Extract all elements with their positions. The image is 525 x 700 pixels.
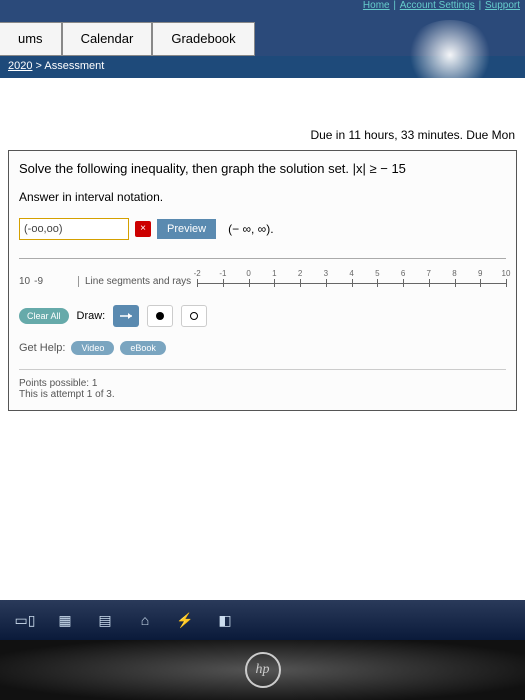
tick-label: 1 [272,269,276,278]
number-line[interactable]: -2-1012345678910 [197,269,506,293]
graph-left-ticks: 10 -9 [19,276,79,287]
taskbar: ▭▯ ▦ ▤ ⌂ ⚡ ◧ [0,600,525,640]
tick-label: 6 [401,269,405,278]
hp-logo: hp [245,652,281,688]
question-box: Solve the following inequality, then gra… [8,150,517,411]
app-icon-3[interactable]: ⚡ [174,609,196,631]
tab-calendar[interactable]: Calendar [62,22,153,56]
tick [249,279,250,287]
breadcrumb: 2020 > Assessment [0,56,525,78]
tick-label: 8 [452,269,456,278]
app-icon-2[interactable]: ▤ [94,609,116,631]
tick-label: 7 [427,269,431,278]
account-link[interactable]: Account Settings [400,0,475,11]
help-ebook-button[interactable]: eBook [120,341,166,355]
tick [326,279,327,287]
ray-tool[interactable] [113,305,139,327]
tick-label: -1 [219,269,226,278]
draw-toolbar: Clear All Draw: [19,305,506,327]
tick-label: 10 [502,269,511,278]
points-possible: Points possible: 1 [19,378,506,389]
tick-label: -2 [194,269,201,278]
support-link[interactable]: Support [485,0,520,11]
tab-forums[interactable]: ums [0,22,62,56]
tab-row: ums Calendar Gradebook [0,22,255,56]
preview-button[interactable]: Preview [157,219,216,239]
tick [197,279,198,287]
breadcrumb-course[interactable]: 2020 [8,60,32,72]
laptop-bezel: hp [0,640,525,700]
tick [429,279,430,287]
tick [223,279,224,287]
tick [352,279,353,287]
graph-area: 10 -9 Line segments and rays -2 -1 0 1 2 3 4 5 6… [19,258,506,400]
breadcrumb-page: Assessment [44,60,104,72]
answer-row: × Preview (− ∞, ∞). [19,218,506,240]
tick-label: 4 [349,269,353,278]
help-row: Get Help: Video eBook [19,341,506,355]
tick [455,279,456,287]
tick [506,279,507,287]
tick [377,279,378,287]
content-area: Due in 11 hours, 33 minutes. Due Mon Sol… [0,78,525,600]
points-box: Points possible: 1 This is attempt 1 of … [19,369,506,400]
left-tick-1: -9 [34,276,43,287]
tab-gradebook[interactable]: Gradebook [152,22,254,56]
task-view-icon[interactable]: ▭▯ [14,609,36,631]
tick [403,279,404,287]
tick-label: 0 [246,269,250,278]
due-text: Due in 11 hours, 33 minutes. Due Mon [310,128,515,142]
incorrect-icon: × [135,221,151,237]
home-link[interactable]: Home [363,0,390,11]
answer-instruction: Answer in interval notation. [19,190,506,204]
clear-all-button[interactable]: Clear All [19,308,69,324]
tick-label: 2 [298,269,302,278]
tick [480,279,481,287]
answer-input[interactable] [19,218,129,240]
app-icon-4[interactable]: ◧ [214,609,236,631]
app-icon-1[interactable]: ▦ [54,609,76,631]
store-icon[interactable]: ⌂ [134,609,156,631]
help-label: Get Help: [19,342,65,354]
preview-output: (− ∞, ∞). [228,222,273,236]
question-prompt: Solve the following inequality, then gra… [19,161,506,176]
attempt-info: This is attempt 1 of 3. [19,389,506,400]
segments-label: Line segments and rays [79,276,197,287]
open-point-tool[interactable] [181,305,207,327]
closed-point-tool[interactable] [147,305,173,327]
tick-label: 3 [324,269,328,278]
draw-label: Draw: [77,310,106,322]
left-tick-0: 10 [19,276,30,287]
tick-label: 9 [478,269,482,278]
tick-label: 5 [375,269,379,278]
tick [274,279,275,287]
top-nav-links: Home | Account Settings | Support [362,0,521,11]
help-video-button[interactable]: Video [71,341,114,355]
tick [300,279,301,287]
